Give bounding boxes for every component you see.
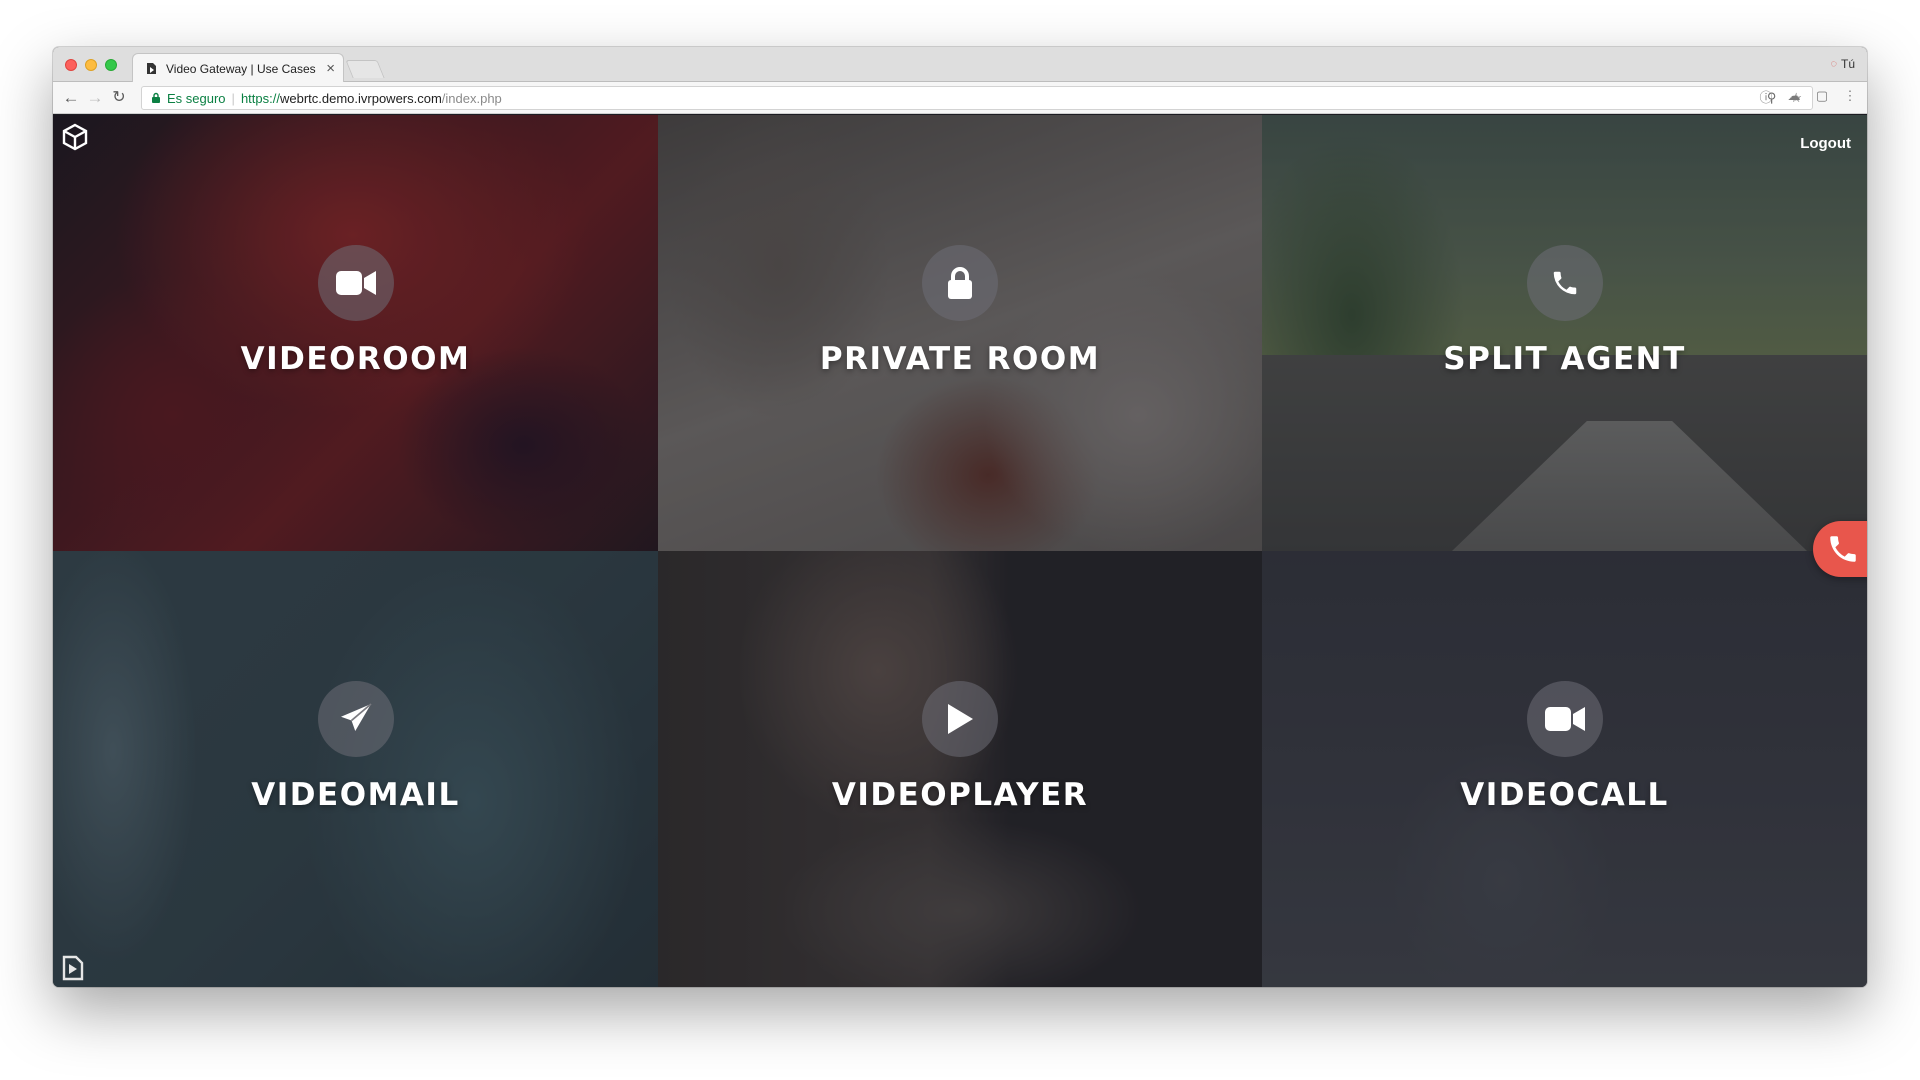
profile-label: Tú (1840, 57, 1855, 71)
tile-label-videoroom: VIDEOROOM (240, 341, 471, 377)
tile-private-room[interactable]: PRIVATE ROOM (658, 115, 1262, 551)
tile-label-videocall: VIDEOCALL (1460, 777, 1669, 813)
tile-videoroom[interactable]: VIDEOROOM (53, 115, 658, 551)
browser-tab[interactable]: Video Gateway | Use Cases × (132, 53, 344, 83)
address-divider: | (231, 90, 235, 106)
logout-link[interactable]: Logout (1800, 135, 1851, 152)
secure-lock-icon (150, 92, 162, 104)
phone-icon (1526, 245, 1603, 321)
tile-videoplayer[interactable]: VIDEOPLAYER (658, 551, 1262, 987)
cloud-extension-icon[interactable]: ☁ (1787, 88, 1801, 103)
info-extension-icon[interactable]: ⓘ (1759, 89, 1773, 105)
new-tab-button[interactable] (345, 60, 385, 78)
maximize-window-button[interactable] (105, 59, 117, 71)
profile-icon: ◌ (1830, 58, 1837, 70)
tile-label-private-room: PRIVATE ROOM (819, 341, 1101, 377)
tile-videomail[interactable]: VIDEOMAIL (53, 551, 658, 987)
lock-icon (922, 245, 998, 321)
tab-close-icon[interactable]: × (326, 61, 335, 76)
tile-label-split-agent: SPLIT AGENT (1443, 341, 1686, 377)
tile-label-videoplayer: VIDEOPLAYER (831, 777, 1089, 813)
tile-split-agent[interactable]: SPLIT AGENT (1262, 115, 1867, 551)
tile-label-videomail: VIDEOMAIL (251, 777, 460, 813)
browser-toolbar: ← → ↻ Es seguro | https://webrtc.demo.iv… (53, 82, 1867, 114)
url-scheme: https:// (240, 90, 280, 106)
tile-videocall[interactable]: VIDEOCALL (1262, 551, 1867, 987)
minimize-window-button[interactable] (85, 59, 97, 71)
back-button[interactable]: ← (60, 88, 82, 108)
address-bar[interactable]: Es seguro | https://webrtc.demo.ivrpower… (141, 86, 1813, 110)
url-host: webrtc.demo.ivrpowers.com (279, 90, 442, 106)
cube-logo-icon[interactable] (61, 123, 89, 151)
brand-logo-icon (61, 955, 85, 981)
extension-icons: ⓘ ☁ ▢ ⋮ (1759, 88, 1857, 105)
use-cases-grid: VIDEOROOM PRIVATE ROOM SPLIT AGENT VIDEO… (53, 115, 1867, 987)
play-icon (922, 681, 998, 757)
menu-kebab-icon[interactable]: ⋮ (1843, 88, 1857, 103)
close-window-button[interactable] (65, 59, 77, 71)
paper-plane-icon (317, 681, 394, 757)
profile-button[interactable]: ◌ Tú (1830, 57, 1855, 71)
forward-button[interactable]: → (84, 88, 106, 108)
web-page: VIDEOROOM PRIVATE ROOM SPLIT AGENT VIDEO… (53, 115, 1867, 987)
reload-button[interactable]: ↻ (108, 88, 130, 108)
video-camera-icon (1526, 681, 1603, 757)
browser-window: Video Gateway | Use Cases × ◌ Tú ← → ↻ E… (53, 47, 1867, 987)
page-extension-icon[interactable]: ▢ (1815, 88, 1829, 103)
video-camera-icon (317, 245, 394, 321)
phone-icon (1830, 536, 1856, 562)
call-button[interactable] (1813, 521, 1867, 577)
url-path: /index.php (441, 90, 502, 106)
security-label: Es seguro (167, 90, 226, 106)
page-favicon-icon (145, 62, 158, 75)
tab-strip: Video Gateway | Use Cases × ◌ Tú (53, 47, 1867, 83)
tab-title: Video Gateway | Use Cases (166, 61, 316, 76)
